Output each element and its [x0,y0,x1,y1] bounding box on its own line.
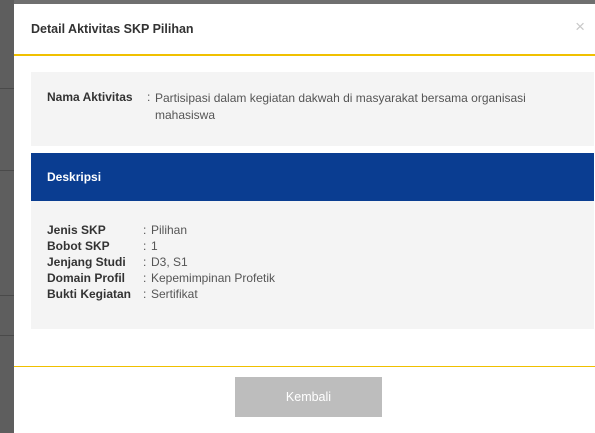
background-divider [0,335,14,336]
background-divider [0,170,14,171]
detail-value: 1 [151,239,158,253]
modal-title: Detail Aktivitas SKP Pilihan [31,22,194,36]
activity-detail-modal: Detail Aktivitas SKP Pilihan × Nama Akti… [14,4,595,433]
activity-name-separator: : [147,90,151,104]
detail-key: Jenjang Studi [47,255,126,269]
detail-value: Pilihan [151,223,188,237]
activity-name-label: Nama Aktivitas [47,90,133,104]
detail-separator: : [143,255,147,269]
description-title: Deskripsi [47,170,102,184]
close-icon[interactable]: × [575,18,585,35]
detail-separator: : [143,239,147,253]
background-page [0,0,14,433]
detail-key: Bukti Kegiatan [47,287,132,301]
background-divider [0,88,14,89]
description-details: Jenis SKP : Pilihan Bobot SKP : 1 Jenjan… [31,201,594,329]
back-button[interactable]: Kembali [235,377,382,417]
detail-separator: : [143,271,147,285]
detail-value: Kepemimpinan Profetik [151,271,276,285]
detail-separator: : [143,223,147,237]
detail-key: Bobot SKP [47,239,110,253]
detail-value: Sertifikat [151,287,198,301]
description-header: Deskripsi [31,153,594,201]
activity-name-panel: Nama Aktivitas : Partisipasi dalam kegia… [31,72,594,146]
detail-key: Domain Profil [47,271,126,285]
background-divider [0,295,14,296]
modal-header: Detail Aktivitas SKP Pilihan × [14,4,595,56]
footer-divider [14,366,595,367]
detail-value: D3, S1 [151,255,188,269]
detail-key: Jenis SKP [47,223,106,237]
activity-name-value: Partisipasi dalam kegiatan dakwah di mas… [155,91,526,122]
detail-separator: : [143,287,147,301]
